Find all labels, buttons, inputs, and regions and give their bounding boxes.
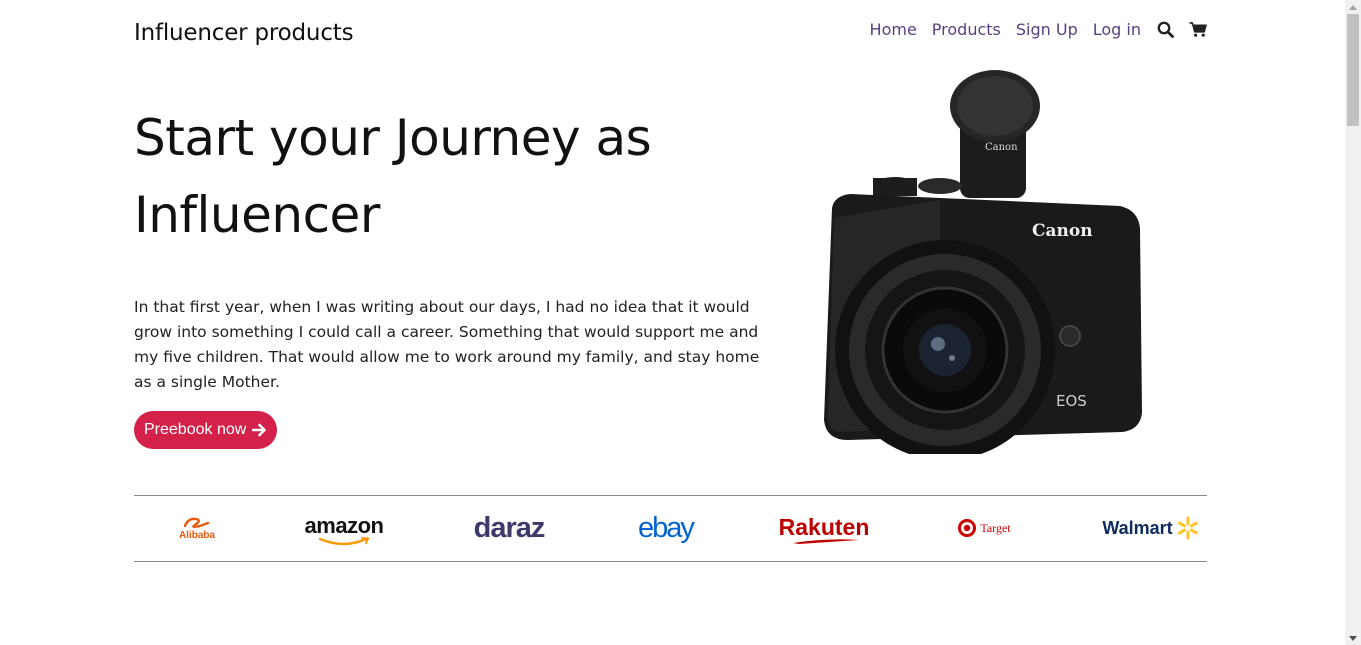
logo-walmart[interactable]: Walmart (1094, 496, 1208, 560)
camera-image: Canon Canon EOS (824, 70, 1142, 454)
divider-bottom (134, 561, 1207, 562)
alibaba-label: Alibaba (178, 529, 216, 541)
walmart-spark-icon (1177, 516, 1198, 540)
hero-title: Start your Journey as Influencer (134, 109, 652, 244)
viewfinder-brand-text: Canon (985, 142, 1018, 153)
daraz-label: daraz (473, 511, 546, 544)
logo-amazon[interactable]: amazon (294, 496, 394, 560)
prebook-button-label: Preebook now (144, 421, 247, 438)
rakuten-swoosh-icon (793, 538, 859, 544)
logo-target[interactable]: Target (944, 496, 1024, 560)
scroll-down-icon[interactable] (1345, 631, 1361, 645)
search-icon[interactable] (1156, 21, 1174, 39)
cart-icon[interactable] (1189, 21, 1207, 39)
scrollbar-thumb[interactable] (1347, 14, 1359, 126)
nav-login[interactable]: Log in (1093, 20, 1141, 39)
scroll-up-icon[interactable] (1345, 0, 1361, 14)
logo-rakuten[interactable]: Rakuten (774, 496, 874, 560)
walmart-label: Walmart (1102, 517, 1173, 538)
amazon-label: amazon (304, 512, 384, 538)
nav-signup[interactable]: Sign Up (1016, 20, 1078, 39)
camera-model-text: EOS (1056, 392, 1087, 410)
nav-products[interactable]: Products (932, 20, 1001, 39)
logo-daraz[interactable]: daraz (459, 496, 559, 560)
arrow-right-icon (252, 423, 267, 437)
amazon-smile-icon (318, 536, 370, 545)
page-scrollbar[interactable] (1345, 0, 1361, 645)
hero-description: In that first year, when I was writing a… (134, 298, 760, 391)
logo-alibaba[interactable]: Alibaba (154, 496, 240, 560)
partner-logos: Alibaba amazon daraz ebay Rakuten Target… (134, 496, 1207, 560)
main-nav: Home Products Sign Up Log in (870, 20, 1207, 39)
nav-home[interactable]: Home (870, 20, 917, 39)
brand-title[interactable]: Influencer products (134, 20, 354, 46)
camera-brand-text: Canon (1032, 221, 1093, 241)
ebay-label: ebay (638, 511, 695, 544)
logo-ebay[interactable]: ebay (618, 496, 713, 560)
target-icon (958, 519, 977, 537)
alibaba-icon (183, 517, 210, 528)
target-label: Target (980, 520, 1011, 535)
prebook-button[interactable]: Preebook now (134, 411, 278, 449)
rakuten-label: Rakuten (778, 513, 870, 540)
